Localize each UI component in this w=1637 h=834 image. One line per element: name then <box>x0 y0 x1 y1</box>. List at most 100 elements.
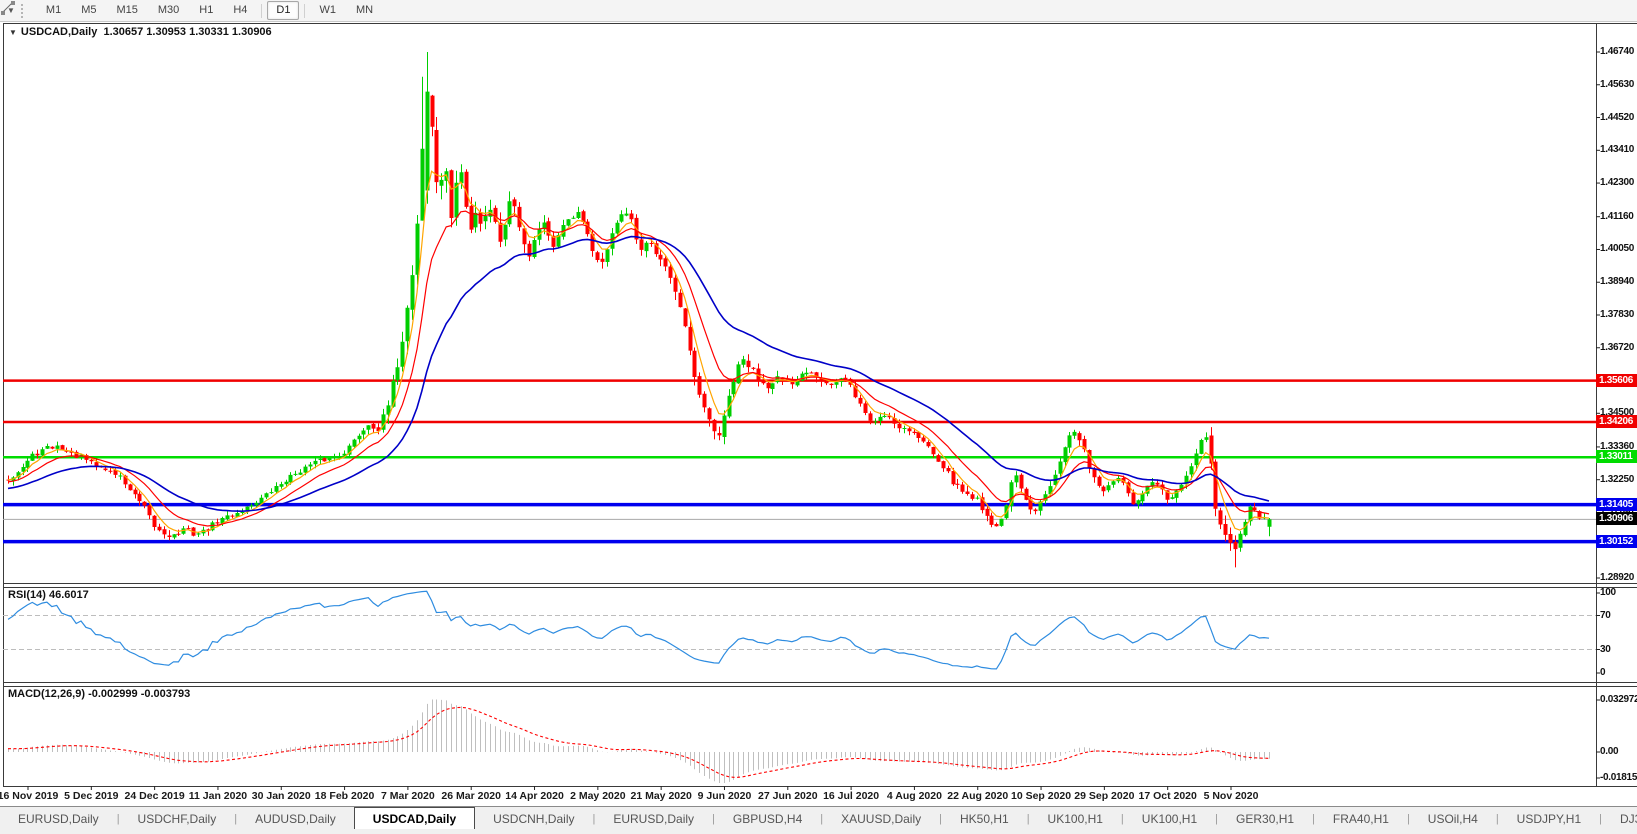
price-tick-label: 1.42300 <box>1600 177 1637 188</box>
date-label: 10 Sep 2020 <box>1011 790 1071 802</box>
rsi-indicator-label: RSI(14) 46.6017 <box>8 589 89 601</box>
price-tick-label: 1.32250 <box>1600 474 1637 485</box>
date-label: 9 Jun 2020 <box>698 790 752 802</box>
rsi-name: RSI(14) <box>8 589 46 601</box>
chart-symbol: USDCAD,Daily <box>21 26 97 38</box>
price-tick-label: 1.37830 <box>1600 309 1637 320</box>
chart-tab-dj30-15[interactable]: DJ30,Daily <box>1602 807 1637 830</box>
date-label: 4 Aug 2020 <box>887 790 942 802</box>
chart-title: ▼ USDCAD,Daily 1.30657 1.30953 1.30331 1.… <box>9 26 272 38</box>
ma-mid-line <box>8 211 1269 526</box>
crosshair-tool-icon <box>0 0 17 15</box>
chart-tab-hk50-8[interactable]: HK50,H1 <box>942 807 1027 830</box>
macd-values: -0.002999 -0.003793 <box>88 688 190 700</box>
date-label: 22 Aug 2020 <box>947 790 1008 802</box>
timeframe-button-h4[interactable]: H4 <box>224 1 256 20</box>
toolbar-separator <box>261 4 262 18</box>
date-label: 17 Oct 2020 <box>1138 790 1196 802</box>
date-label: 16 Jul 2020 <box>823 790 879 802</box>
rsi-axis-label: 0 <box>1600 667 1637 678</box>
rsi-axis-label: 70 <box>1600 610 1637 621</box>
date-label: 26 Mar 2020 <box>441 790 501 802</box>
date-label: 29 Sep 2020 <box>1074 790 1134 802</box>
macd-signal-line <box>8 707 1269 777</box>
price-tick-label: 1.40050 <box>1600 243 1637 254</box>
chart-tab-uk100-10[interactable]: UK100,H1 <box>1124 807 1215 830</box>
rsi-axis-label: 100 <box>1600 587 1637 598</box>
chart-tab-fra40-12[interactable]: FRA40,H1 <box>1315 807 1407 830</box>
price-tick-label: 1.28920 <box>1600 572 1637 583</box>
date-label: 2 May 2020 <box>570 790 625 802</box>
price-chart-canvas[interactable] <box>0 0 1637 806</box>
timeframe-button-m5[interactable]: M5 <box>72 1 105 20</box>
timeframe-toolbar: ▼ M1M5M15M30H1H4 D1 W1MN <box>0 0 1637 22</box>
rsi-value: 46.6017 <box>49 589 89 601</box>
timeframe-button-h1[interactable]: H1 <box>190 1 222 20</box>
price-tick-label: 1.38940 <box>1600 276 1637 287</box>
chart-tab-usdcnh-4[interactable]: USDCNH,Daily <box>475 807 592 830</box>
bull-candle-bodies <box>12 92 1272 548</box>
collapse-triangle-icon: ▼ <box>9 28 17 37</box>
chart-tab-gbpusd-6[interactable]: GBPUSD,H4 <box>715 807 820 830</box>
chart-tab-usdcad-3[interactable]: USDCAD,Daily <box>354 807 475 830</box>
chart-tab-usoil-13[interactable]: USOil,H4 <box>1410 807 1496 830</box>
date-label: 11 Jan 2020 <box>189 790 247 802</box>
toolbar-separator <box>304 4 305 18</box>
chart-tab-usdjpy-14[interactable]: USDJPY,H1 <box>1499 807 1599 830</box>
toolbar-grip[interactable] <box>21 4 27 18</box>
date-label: 5 Dec 2019 <box>64 790 118 802</box>
timeframe-button-m1[interactable]: M1 <box>37 1 70 20</box>
cursor-tool-button[interactable]: ▼ <box>0 0 19 21</box>
macd-histogram <box>9 700 1270 784</box>
macd-axis-label: -0.018154 <box>1600 772 1637 783</box>
price-tag-1.35606: 1.35606 <box>1596 374 1637 387</box>
chart-tab-xauusd-7[interactable]: XAUUSD,Daily <box>823 807 939 830</box>
timeframe-button-mn[interactable]: MN <box>347 1 382 20</box>
price-tag-1.30906: 1.30906 <box>1596 512 1637 525</box>
date-label: 18 Feb 2020 <box>315 790 375 802</box>
bull-candle-wicks <box>14 52 1270 552</box>
chart-tab-uk100-9[interactable]: UK100,H1 <box>1030 807 1121 830</box>
date-label: 7 Mar 2020 <box>381 790 435 802</box>
rsi-axis-label: 30 <box>1600 644 1637 655</box>
price-tick-label: 1.45630 <box>1600 79 1637 90</box>
date-label: 21 May 2020 <box>631 790 692 802</box>
chart-ohlc-values: 1.30657 1.30953 1.30331 1.30906 <box>103 26 271 38</box>
status-strip <box>0 829 1637 834</box>
date-label: 5 Nov 2020 <box>1204 790 1259 802</box>
macd-axis-label: 0.00 <box>1600 746 1637 757</box>
timeframe-button-m15[interactable]: M15 <box>107 1 146 20</box>
price-tick-label: 1.46740 <box>1600 46 1637 57</box>
trading-terminal: ▼ M1M5M15M30H1H4D1W1MN ▼USDCAD,Daily 1.3… <box>0 0 1637 834</box>
timeframe-button-w1[interactable]: W1 <box>310 1 345 20</box>
macd-axis-label: 0.032972 <box>1600 694 1637 705</box>
price-tag-1.34206: 1.34206 <box>1596 415 1637 428</box>
timeframe-button-m30[interactable]: M30 <box>149 1 188 20</box>
timeframe-button-d1[interactable]: D1 <box>267 1 299 20</box>
chart-tab-bar: EURUSD,Daily|USDCHF,Daily|AUDUSD,DailyUS… <box>0 806 1637 830</box>
chart-tab-eurusd-5[interactable]: EURUSD,Daily <box>595 807 712 830</box>
date-label: 27 Jun 2020 <box>758 790 818 802</box>
chart-tab-audusd-2[interactable]: AUDUSD,Daily <box>237 807 354 830</box>
price-tick-label: 1.44520 <box>1600 112 1637 123</box>
macd-indicator-label: MACD(12,26,9) -0.002999 -0.003793 <box>8 688 190 700</box>
date-label: 30 Jan 2020 <box>252 790 311 802</box>
chart-tab-ger30-11[interactable]: GER30,H1 <box>1218 807 1312 830</box>
ma-slow-line <box>8 237 1269 512</box>
bear-candle-wicks <box>9 95 1260 568</box>
price-tick-label: 1.41160 <box>1600 211 1637 222</box>
price-tag-1.33011: 1.33011 <box>1596 450 1637 463</box>
bear-candle-bodies <box>7 96 1262 550</box>
price-tick-label: 1.43410 <box>1600 144 1637 155</box>
price-tag-1.30152: 1.30152 <box>1596 535 1637 548</box>
date-label: 24 Dec 2019 <box>125 790 185 802</box>
price-tag-1.31405: 1.31405 <box>1596 498 1637 511</box>
date-label: 16 Nov 2019 <box>0 790 58 802</box>
price-tick-label: 1.36720 <box>1600 342 1637 353</box>
macd-name: MACD(12,26,9) <box>8 688 85 700</box>
chart-tab-eurusd-0[interactable]: EURUSD,Daily <box>0 807 117 830</box>
date-label: 14 Apr 2020 <box>505 790 564 802</box>
timeframe-buttons: M1M5M15M30H1H4 D1 W1MN <box>32 0 387 21</box>
chart-tab-usdchf-1[interactable]: USDCHF,Daily <box>120 807 235 830</box>
rsi-line <box>8 591 1269 669</box>
